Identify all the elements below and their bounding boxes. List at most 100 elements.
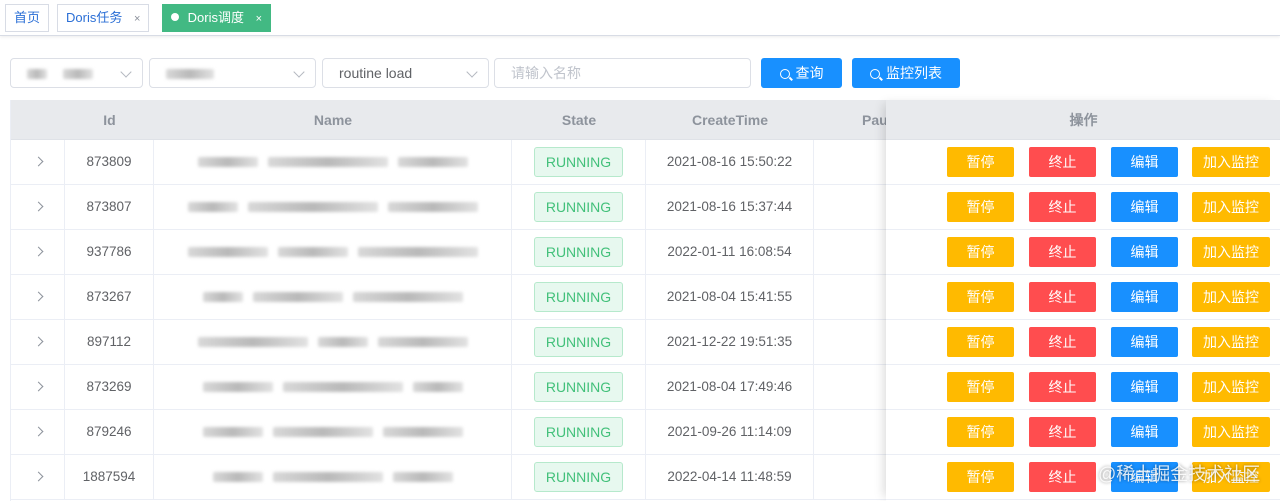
chevron-right-icon[interactable] <box>33 246 44 257</box>
stop-button[interactable]: 终止 <box>1029 192 1096 222</box>
query-button-label: 查询 <box>795 65 824 81</box>
add-monitor-button[interactable]: 加入监控 <box>1192 282 1270 312</box>
stop-button[interactable]: 终止 <box>1029 327 1096 357</box>
pause-button[interactable]: 暂停 <box>947 192 1014 222</box>
pause-button[interactable]: 暂停 <box>947 462 1014 492</box>
chevron-right-icon[interactable] <box>33 336 44 347</box>
pause-button[interactable]: 暂停 <box>947 282 1014 312</box>
status-badge: RUNNING <box>533 192 624 222</box>
watermark: @稀土掘金技术社区 <box>1098 464 1261 484</box>
blurred-value <box>166 69 214 80</box>
expand-cell[interactable] <box>11 410 65 454</box>
name-search-input[interactable]: 请输入名称 <box>494 58 751 88</box>
add-monitor-button[interactable]: 加入监控 <box>1192 417 1270 447</box>
blurred-name <box>252 292 343 303</box>
stop-button[interactable]: 终止 <box>1029 282 1096 312</box>
tab-doris-task[interactable]: Doris任务 × <box>57 4 150 32</box>
tab-home-label: 首页 <box>14 10 41 25</box>
edit-button[interactable]: 编辑 <box>1111 147 1178 177</box>
edit-button[interactable]: 编辑 <box>1111 237 1178 267</box>
close-icon[interactable]: × <box>134 13 140 25</box>
add-monitor-button[interactable]: 加入监控 <box>1192 237 1270 267</box>
monitor-list-button[interactable]: 监控列表 <box>852 58 960 88</box>
add-monitor-button[interactable]: 加入监控 <box>1192 372 1270 402</box>
expand-cell[interactable] <box>11 320 65 364</box>
stop-button[interactable]: 终止 <box>1029 417 1096 447</box>
close-icon[interactable]: × <box>256 13 262 25</box>
operations-row: 暂停 终止 编辑 加入监控 <box>886 410 1280 455</box>
add-monitor-button[interactable]: 加入监控 <box>1192 192 1270 222</box>
stop-button[interactable]: 终止 <box>1029 462 1096 492</box>
chevron-right-icon[interactable] <box>33 381 44 392</box>
expand-cell[interactable] <box>11 275 65 319</box>
chevron-right-icon[interactable] <box>33 201 44 212</box>
cell-name <box>154 320 512 364</box>
expand-cell[interactable] <box>11 140 65 184</box>
pause-button[interactable]: 暂停 <box>947 327 1014 357</box>
cell-pause <box>814 455 886 499</box>
tab-doris-task-label: Doris任务 <box>66 10 123 25</box>
pause-button[interactable]: 暂停 <box>947 417 1014 447</box>
pause-button[interactable]: 暂停 <box>947 372 1014 402</box>
edit-button[interactable]: 编辑 <box>1111 192 1178 222</box>
cell-pause <box>814 365 886 409</box>
stop-button[interactable]: 终止 <box>1029 237 1096 267</box>
blurred-name <box>397 157 468 168</box>
edit-button[interactable]: 编辑 <box>1111 282 1178 312</box>
stop-button[interactable]: 终止 <box>1029 147 1096 177</box>
expand-cell[interactable] <box>11 185 65 229</box>
database-select[interactable] <box>149 58 316 88</box>
operations-row: 暂停 终止 编辑 加入监控 <box>886 275 1280 320</box>
chevron-right-icon[interactable] <box>33 471 44 482</box>
cell-name <box>154 455 512 499</box>
cell-id: 1887594 <box>65 455 154 499</box>
pause-button[interactable]: 暂停 <box>947 237 1014 267</box>
add-monitor-button[interactable]: 加入监控 <box>1192 327 1270 357</box>
search-icon <box>779 69 790 79</box>
column-header-name: Name <box>313 112 353 128</box>
edit-button[interactable]: 编辑 <box>1111 372 1178 402</box>
cell-state: RUNNING <box>512 185 646 229</box>
edit-button[interactable]: 编辑 <box>1111 417 1178 447</box>
cell-state: RUNNING <box>512 455 646 499</box>
blurred-name <box>212 472 263 483</box>
edit-button[interactable]: 编辑 <box>1111 327 1178 357</box>
cell-id: 897112 <box>65 320 154 364</box>
blurred-name <box>387 202 478 213</box>
tab-doris-schedule[interactable]: Doris调度 × <box>162 4 272 32</box>
blurred-name <box>317 337 368 348</box>
cluster-select[interactable] <box>10 58 143 88</box>
blurred-name <box>272 427 373 438</box>
blurred-name <box>202 427 263 438</box>
cell-name <box>154 140 512 184</box>
blurred-name <box>202 292 243 303</box>
tab-bar: 首页 Doris任务 × Doris调度 × <box>0 0 1280 36</box>
cell-pause <box>814 410 886 454</box>
cell-create-time: 2022-01-11 16:08:54 <box>646 230 814 274</box>
cell-create-time: 2021-08-16 15:50:22 <box>646 140 814 184</box>
type-select[interactable]: routine load <box>322 58 489 88</box>
status-badge: RUNNING <box>533 417 624 447</box>
cell-create-time: 2021-08-04 15:41:55 <box>646 275 814 319</box>
expand-cell[interactable] <box>11 230 65 274</box>
cell-name <box>154 410 512 454</box>
tab-doris-schedule-label: Doris调度 <box>187 10 244 25</box>
cell-name <box>154 275 512 319</box>
cell-pause <box>814 275 886 319</box>
column-header-create-time: CreateTime <box>691 112 768 128</box>
pause-button[interactable]: 暂停 <box>947 147 1014 177</box>
expand-cell[interactable] <box>11 365 65 409</box>
blurred-name <box>357 247 478 258</box>
add-monitor-button[interactable]: 加入监控 <box>1192 147 1270 177</box>
status-badge: RUNNING <box>533 147 624 177</box>
expand-cell[interactable] <box>11 455 65 499</box>
stop-button[interactable]: 终止 <box>1029 372 1096 402</box>
cell-pause <box>814 320 886 364</box>
chevron-right-icon[interactable] <box>33 291 44 302</box>
chevron-right-icon[interactable] <box>33 426 44 437</box>
chevron-right-icon[interactable] <box>33 156 44 167</box>
query-button[interactable]: 查询 <box>761 58 842 88</box>
cell-create-time: 2021-08-04 17:49:46 <box>646 365 814 409</box>
tab-home[interactable]: 首页 <box>5 4 50 32</box>
operations-row: 暂停 终止 编辑 加入监控 <box>886 140 1280 185</box>
